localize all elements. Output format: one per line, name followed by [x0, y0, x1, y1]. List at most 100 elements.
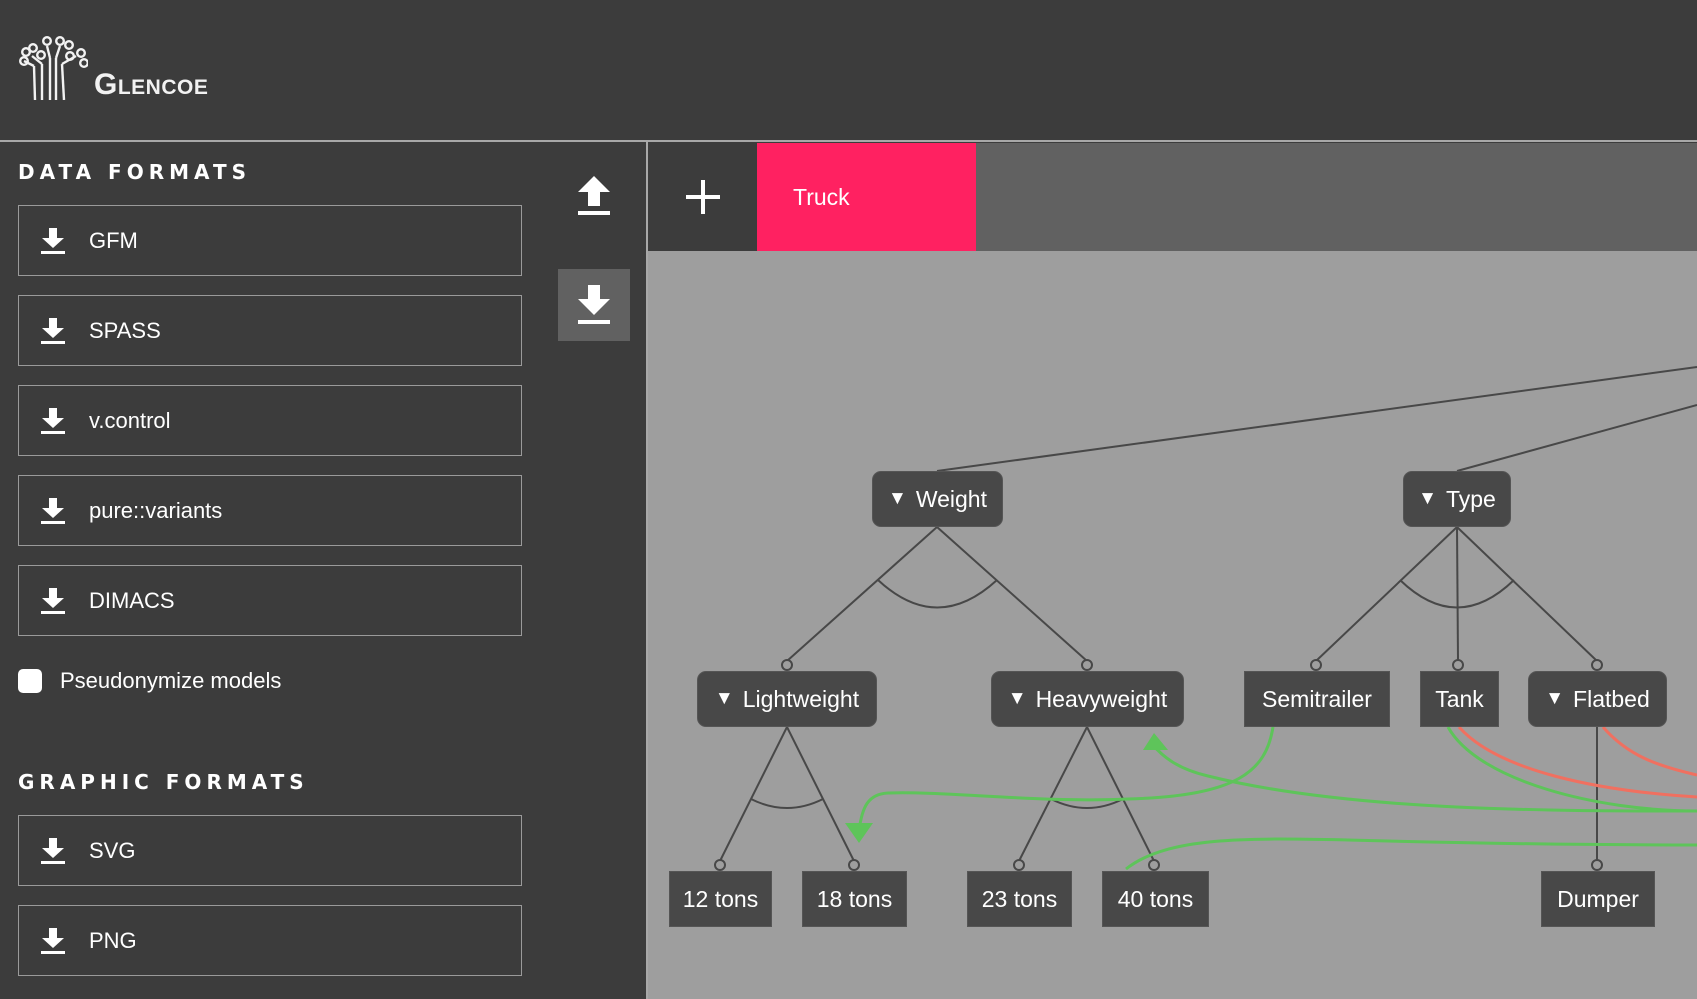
- optional-marker-23tons: [1013, 859, 1025, 871]
- collapse-triangle-icon[interactable]: ▼: [1545, 688, 1564, 710]
- feature-label: Dumper: [1557, 885, 1639, 912]
- requires-constraint-tank: [1446, 726, 1697, 813]
- feature-label: 40 tons: [1117, 885, 1194, 912]
- pseudonymize-checkbox-row[interactable]: Pseudonymize models: [18, 668, 281, 694]
- feature-label: 23 tons: [981, 885, 1058, 912]
- alternative-group-arc-lightweight: [750, 798, 824, 809]
- feature-label: Tank: [1435, 685, 1484, 712]
- requires-arrowhead-18tons: [845, 823, 873, 843]
- requires-constraint-40tons: [1125, 837, 1697, 871]
- feature-label: Semitrailer: [1262, 685, 1372, 712]
- pseudonymize-checkbox[interactable]: [18, 669, 42, 693]
- edge-type-flatbed: [1456, 526, 1598, 662]
- plus-icon: [685, 180, 720, 214]
- download-icon: [41, 227, 65, 254]
- requires-constraint-to-heavyweight: [1150, 743, 1697, 813]
- button-label: PNG: [89, 927, 137, 953]
- edge-lightweight-12tons: [719, 726, 788, 862]
- graphic-formats-heading: GRAPHIC FORMATS: [18, 770, 309, 794]
- feature-node-weight[interactable]: ▼ Weight: [872, 471, 1003, 527]
- edge-heavyweight-40tons: [1086, 726, 1155, 862]
- optional-marker-dumper: [1591, 859, 1603, 871]
- optional-marker-flatbed: [1591, 659, 1603, 671]
- button-label: v.control: [89, 407, 171, 433]
- feature-label: 18 tons: [816, 885, 893, 912]
- alternative-group-arc-weight: [877, 579, 998, 609]
- data-formats-heading: DATA FORMATS: [18, 160, 251, 184]
- excludes-constraint-flatbed: [1601, 726, 1697, 777]
- download-icon: [578, 285, 610, 324]
- feature-node-dumper[interactable]: Dumper: [1541, 871, 1655, 927]
- edge-root-type: [1456, 404, 1697, 472]
- optional-marker-heavyweight: [1081, 659, 1093, 671]
- optional-marker-40tons: [1148, 859, 1160, 871]
- download-icon: [41, 837, 65, 864]
- edge-weight-lightweight: [786, 526, 938, 662]
- app-logo: Glencoe: [18, 34, 209, 101]
- export-pure-variants-button[interactable]: pure::variants: [18, 475, 522, 546]
- feature-node-18-tons[interactable]: 18 tons: [802, 871, 907, 927]
- feature-node-semitrailer[interactable]: Semitrailer: [1244, 671, 1390, 727]
- edge-lightweight-18tons: [786, 726, 855, 862]
- optional-marker-12tons: [714, 859, 726, 871]
- optional-marker-lightweight: [781, 659, 793, 671]
- collapse-triangle-icon[interactable]: ▼: [715, 688, 734, 710]
- feature-label: Lightweight: [742, 685, 860, 712]
- export-dimacs-button[interactable]: DIMACS: [18, 565, 522, 636]
- button-label: pure::variants: [89, 497, 223, 523]
- optional-marker-18tons: [848, 859, 860, 871]
- button-label: SPASS: [89, 317, 161, 343]
- feature-node-heavyweight[interactable]: ▼ Heavyweight: [991, 671, 1184, 727]
- tab-truck[interactable]: Truck: [757, 143, 976, 251]
- pseudonymize-label: Pseudonymize models: [60, 668, 282, 693]
- feature-label: Heavyweight: [1035, 685, 1168, 712]
- download-icon: [41, 497, 65, 524]
- edge-type-tank: [1456, 526, 1459, 662]
- download-button[interactable]: [558, 269, 630, 341]
- export-svg-button[interactable]: SVG: [18, 815, 522, 886]
- feature-node-flatbed[interactable]: ▼ Flatbed: [1528, 671, 1667, 727]
- edge-heavyweight-23tons: [1018, 726, 1088, 862]
- requires-arrowhead-heavyweight: [1143, 733, 1168, 750]
- edge-root-weight: [936, 366, 1697, 472]
- download-icon: [41, 407, 65, 434]
- download-icon: [41, 317, 65, 344]
- edge-type-semitrailer: [1315, 526, 1458, 662]
- app-name: Glencoe: [94, 68, 209, 101]
- export-vcontrol-button[interactable]: v.control: [18, 385, 522, 456]
- feature-node-tank[interactable]: Tank: [1420, 671, 1499, 727]
- feature-node-lightweight[interactable]: ▼ Lightweight: [697, 671, 877, 727]
- tab-bar: Truck: [648, 143, 1697, 251]
- upload-button[interactable]: [558, 160, 630, 232]
- collapse-triangle-icon[interactable]: ▼: [888, 488, 907, 510]
- download-icon: [41, 587, 65, 614]
- tree-circuit-logo-icon: [19, 36, 88, 100]
- feature-label: 12 tons: [682, 885, 759, 912]
- feature-label: Weight: [915, 485, 987, 512]
- export-png-button[interactable]: PNG: [18, 905, 522, 976]
- feature-node-12-tons[interactable]: 12 tons: [669, 871, 772, 927]
- button-label: DIMACS: [89, 587, 175, 613]
- requires-constraint-semitrailer: [857, 726, 1275, 832]
- export-gfm-button[interactable]: GFM: [18, 205, 522, 276]
- collapse-triangle-icon[interactable]: ▼: [1418, 488, 1437, 510]
- feature-node-40-tons[interactable]: 40 tons: [1102, 871, 1209, 927]
- optional-marker-tank: [1452, 659, 1464, 671]
- button-label: GFM: [89, 227, 138, 253]
- export-sidebar: DATA FORMATS GFM SPASS v.control pure::v…: [0, 142, 648, 999]
- feature-node-type[interactable]: ▼ Type: [1403, 471, 1511, 527]
- app-header: Glencoe: [0, 0, 1697, 142]
- upload-icon: [578, 176, 610, 215]
- tab-label: Truck: [793, 183, 850, 210]
- collapse-triangle-icon[interactable]: ▼: [1008, 688, 1027, 710]
- feature-node-23-tons[interactable]: 23 tons: [967, 871, 1072, 927]
- add-tab-button[interactable]: [648, 143, 757, 251]
- feature-model-canvas[interactable]: ▼ Weight ▼ Type ▼ Lightweight ▼ Heavyweight …: [648, 251, 1697, 999]
- edge-weight-heavyweight: [936, 526, 1088, 662]
- feature-label: Flatbed: [1573, 685, 1650, 712]
- button-label: SVG: [89, 837, 136, 863]
- optional-marker-semitrailer: [1310, 659, 1322, 671]
- excludes-constraint-tank: [1457, 726, 1697, 799]
- export-spass-button[interactable]: SPASS: [18, 295, 522, 366]
- feature-label: Type: [1445, 485, 1496, 512]
